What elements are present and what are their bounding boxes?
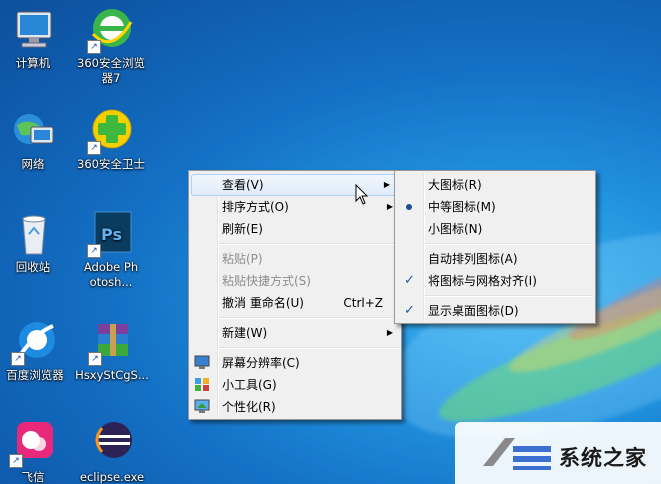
icon-label: HsxyStCgS... [75,368,149,382]
desktop-icon-network[interactable]: 网络 [0,107,66,172]
icon-label: Adobe Photosh... [83,260,139,289]
icon-label: 飞信 [21,470,45,484]
desktop-icon-baidu-browser[interactable]: ↗ 百度浏览器 [0,318,70,383]
watermark: 系统之家 [455,422,661,484]
watermark-logo-icon [483,438,551,470]
shortcut-arrow-icon: ↗ [87,40,101,54]
view-submenu: 大图标(R) 中等图标(M) 小图标(N) 自动排列图标(A) ✓ 将图标与网格… [394,170,596,324]
menu-item-label: 查看(V) [222,178,264,192]
menu-item-label: 小图标(N) [428,222,483,236]
menu-item-label: 屏幕分辨率(C) [222,356,300,370]
menu-item-medium-icons[interactable]: 中等图标(M) [395,196,595,218]
menu-item-label: 中等图标(M) [428,200,496,214]
desktop-icon-recycle-bin[interactable]: 回收站 [0,210,66,275]
menu-item-align-to-grid[interactable]: ✓ 将图标与网格对齐(I) [395,270,595,292]
icon-label: 网络 [21,157,45,171]
watermark-text: 系统之家 [559,446,647,470]
menu-item-label: 排序方式(O) [222,200,289,214]
mouse-cursor-icon [355,184,369,205]
menu-item-label: 撤消 重命名(U) [222,296,304,310]
desktop-icon-360-browser[interactable]: ↗ 360安全浏览器7 [74,6,148,86]
menu-item-paste[interactable]: 粘贴(P) [189,248,401,270]
menu-item-label: 新建(W) [222,326,268,340]
computer-icon [9,6,57,54]
menu-item-gadgets[interactable]: 小工具(G) [189,374,401,396]
menu-item-label: 自动排列图标(A) [428,252,518,266]
photoshop-icon: Ps ↗ [87,210,135,258]
baidu-browser-icon: ↗ [11,318,59,366]
menu-separator [219,317,399,319]
menu-item-label: 粘贴(P) [222,252,263,266]
gadgets-icon [194,377,210,392]
menu-item-refresh[interactable]: 刷新(E) [189,218,401,240]
checkmark-icon: ✓ [404,273,415,288]
menu-item-label: 大图标(R) [428,178,482,192]
menu-item-sort-by[interactable]: 排序方式(O) ▶ [189,196,401,218]
shortcut-arrow-icon: ↗ [88,352,102,366]
menu-item-show-desktop-icons[interactable]: ✓ 显示桌面图标(D) [395,300,595,322]
icon-label: 计算机 [15,56,51,70]
icon-label: 360安全卫士 [77,157,145,171]
menu-separator [219,347,399,349]
checkmark-icon: ✓ [404,303,415,318]
desktop-icon-eclipse[interactable]: eclipse.exe [74,420,150,484]
desktop-icon-fetion[interactable]: ↗ 飞信 [0,420,66,484]
display-settings-icon [194,355,210,370]
menu-item-label: 刷新(E) [222,222,263,236]
menu-item-auto-arrange[interactable]: 自动排列图标(A) [395,248,595,270]
menu-item-small-icons[interactable]: 小图标(N) [395,218,595,240]
shortcut-arrow-icon: ↗ [9,454,23,468]
menu-separator [425,295,593,297]
menu-item-large-icons[interactable]: 大图标(R) [395,174,595,196]
menu-item-label: 小工具(G) [222,378,277,392]
menu-item-undo-rename[interactable]: 撤消 重命名(U) Ctrl+Z [189,292,401,314]
icon-label: eclipse.exe [79,470,145,484]
desktop-context-menu: 查看(V) ▶ 排序方式(O) ▶ 刷新(E) 粘贴(P) 粘贴快捷方式(S) … [188,170,402,420]
winrar-archive-icon: ↗ [88,318,136,366]
submenu-arrow-icon: ▶ [383,180,390,189]
desktop-icon-360-security[interactable]: ↗ 360安全卫士 [74,107,148,172]
desktop-icon-archive[interactable]: ↗ HsxyStCgS... [74,318,150,383]
keyboard-shortcut: Ctrl+Z [343,296,383,310]
menu-item-screen-resolution[interactable]: 屏幕分辨率(C) [189,352,401,374]
submenu-arrow-icon: ▶ [386,328,393,337]
menu-separator [219,243,399,245]
eclipse-icon [88,420,136,468]
menu-item-label: 将图标与网格对齐(I) [428,274,537,288]
submenu-arrow-icon: ▶ [386,202,393,211]
network-icon [9,107,57,155]
menu-item-new[interactable]: 新建(W) ▶ [189,322,401,344]
browser-360-icon: ↗ [87,6,135,54]
shortcut-arrow-icon: ↗ [87,141,101,155]
recycle-bin-icon [9,210,57,258]
menu-item-paste-shortcut[interactable]: 粘贴快捷方式(S) [189,270,401,292]
menu-item-personalize[interactable]: 个性化(R) [189,396,401,418]
shortcut-arrow-icon: ↗ [11,352,25,366]
menu-item-label: 显示桌面图标(D) [428,304,519,318]
desktop[interactable]: 计算机 ↗ 360安全浏览器7 网络 ↗ 360安全卫士 回收站 Ps ↗ Ad… [0,0,661,484]
menu-item-label: 粘贴快捷方式(S) [222,274,311,288]
icon-label: 360安全浏览器7 [77,56,145,85]
icon-label: 回收站 [15,260,51,274]
security-360-icon: ↗ [87,107,135,155]
desktop-icon-photoshop[interactable]: Ps ↗ Adobe Photosh... [74,210,148,290]
icon-label: 百度浏览器 [6,368,64,382]
personalize-icon [194,399,210,414]
desktop-icon-computer[interactable]: 计算机 [0,6,66,71]
svg-text:Ps: Ps [101,225,122,244]
radio-selected-icon [406,204,412,210]
menu-separator [425,243,593,245]
menu-item-label: 个性化(R) [222,400,276,414]
shortcut-arrow-icon: ↗ [87,244,101,258]
fetion-icon: ↗ [9,420,57,468]
